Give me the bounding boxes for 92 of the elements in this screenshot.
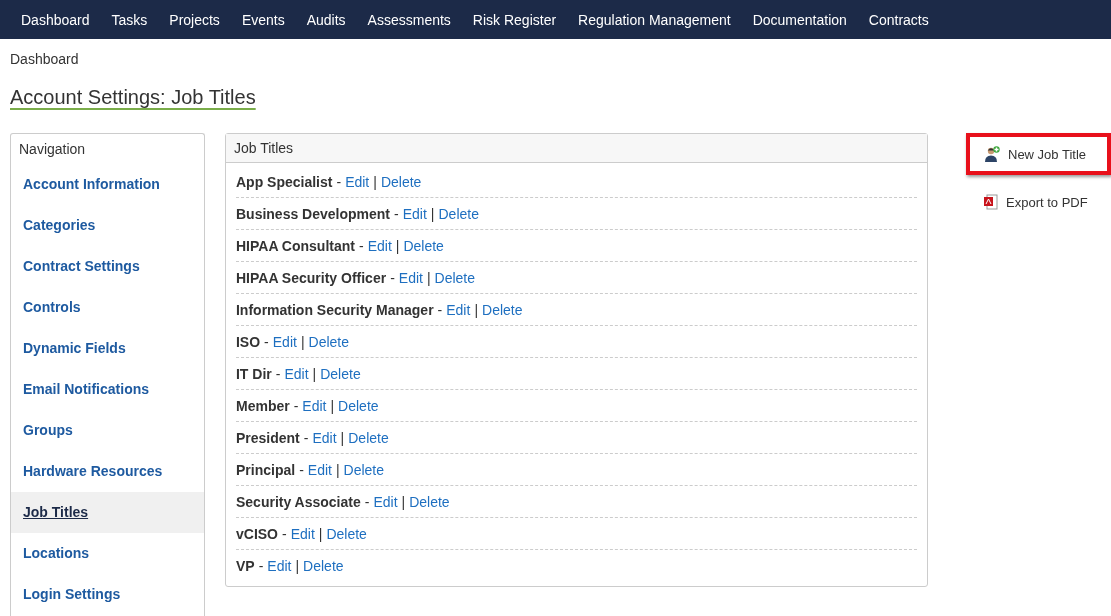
delete-link[interactable]: Delete — [380, 173, 422, 190]
top-nav-link[interactable]: Events — [230, 11, 296, 28]
dash-separator: - — [264, 333, 269, 350]
delete-link[interactable]: Delete — [409, 493, 450, 510]
edit-link[interactable]: Edit — [267, 557, 292, 574]
delete-link[interactable]: Delete — [326, 525, 367, 542]
edit-link[interactable]: Edit — [302, 397, 327, 414]
job-title-name: IT Dir — [236, 365, 272, 382]
sidebar-item[interactable]: Groups — [11, 410, 204, 451]
job-title-name: Member — [236, 397, 290, 414]
sidebar-item[interactable]: Locations — [11, 533, 204, 574]
dash-separator: - — [299, 461, 304, 478]
edit-link[interactable]: Edit — [345, 173, 370, 190]
dash-separator: - — [437, 301, 443, 318]
panel-header: Job Titles — [226, 134, 927, 163]
pipe-separator: | — [335, 461, 340, 478]
pipe-separator: | — [373, 173, 377, 190]
pipe-separator: | — [395, 237, 400, 254]
delete-link[interactable]: Delete — [343, 461, 385, 478]
breadcrumb[interactable]: Dashboard — [10, 51, 79, 67]
pipe-separator: | — [426, 269, 431, 286]
pipe-separator: | — [430, 205, 435, 222]
delete-link[interactable]: Delete — [303, 557, 344, 574]
job-title-name: President — [236, 429, 300, 446]
dash-separator: - — [359, 237, 364, 254]
job-title-name: Security Associate — [236, 493, 361, 510]
job-title-name: App Specialist — [236, 173, 333, 190]
pipe-separator: | — [330, 397, 335, 414]
dash-separator: - — [390, 269, 395, 286]
navigation-heading: Navigation — [18, 140, 87, 159]
delete-link[interactable]: Delete — [438, 205, 479, 222]
top-nav-link[interactable]: Contracts — [857, 11, 940, 28]
pipe-separator: | — [312, 365, 317, 382]
delete-link[interactable]: Delete — [320, 365, 361, 382]
edit-link[interactable]: Edit — [398, 269, 423, 286]
top-nav-link[interactable]: Regulation Management — [567, 11, 742, 28]
job-title-name: Business Development — [236, 205, 391, 222]
sidebar-item[interactable]: Email Notifications — [11, 369, 204, 410]
job-title-name: VP — [236, 557, 255, 574]
sidebar-item[interactable]: Job Titles — [11, 492, 204, 533]
pipe-separator: | — [295, 557, 300, 574]
edit-link[interactable]: Edit — [367, 237, 392, 254]
sidebar-item[interactable]: Account Information — [11, 164, 204, 205]
dash-separator: - — [258, 557, 264, 574]
pipe-separator: | — [401, 493, 406, 510]
dash-separator: - — [293, 397, 299, 414]
job-title-name: HIPAA Consultant — [236, 237, 355, 254]
delete-link[interactable]: Delete — [403, 237, 444, 254]
job-title-name: Principal — [236, 461, 296, 478]
dash-separator: - — [282, 525, 287, 542]
pipe-separator: | — [318, 525, 323, 542]
sidebar-item[interactable]: Login Settings — [11, 574, 204, 615]
sidebar-item[interactable]: Controls — [11, 287, 204, 328]
edit-link[interactable]: Edit — [373, 493, 398, 510]
top-nav-link[interactable]: Projects — [158, 11, 231, 28]
top-nav-link[interactable]: Risk Register — [461, 11, 568, 28]
top-nav-link[interactable]: Tasks — [100, 11, 159, 28]
pipe-separator: | — [300, 333, 305, 350]
sidebar-item[interactable]: Hardware Resources — [11, 451, 204, 492]
delete-link[interactable]: Delete — [308, 333, 349, 350]
edit-link[interactable]: Edit — [402, 205, 427, 222]
edit-link[interactable]: Edit — [446, 301, 471, 318]
job-title-name: Information Security Manager — [236, 301, 434, 318]
edit-link[interactable]: Edit — [272, 333, 297, 350]
delete-link[interactable]: Delete — [338, 397, 379, 414]
edit-link[interactable]: Edit — [290, 525, 315, 542]
dash-separator: - — [303, 429, 309, 446]
delete-link[interactable]: Delete — [348, 429, 389, 446]
edit-link[interactable]: Edit — [312, 429, 337, 446]
top-nav-link[interactable]: Documentation — [741, 11, 858, 28]
edit-link[interactable]: Edit — [307, 461, 332, 478]
pipe-separator: | — [340, 429, 345, 446]
job-title-name: vCISO — [236, 525, 278, 542]
sidebar-item[interactable]: Dynamic Fields — [11, 328, 204, 369]
sidebar-item[interactable]: Contract Settings — [11, 246, 204, 287]
dash-separator: - — [275, 365, 281, 382]
delete-link[interactable]: Delete — [482, 301, 523, 318]
top-nav-link[interactable]: Audits — [295, 11, 357, 28]
job-title-name: ISO — [236, 333, 261, 350]
top-nav-link[interactable]: Dashboard — [10, 11, 101, 28]
new-job-title-button[interactable]: New Job Title — [966, 133, 1111, 175]
sidebar-item[interactable]: Categories — [11, 205, 204, 246]
edit-link[interactable]: Edit — [284, 365, 309, 382]
top-nav-link[interactable]: Assessments — [356, 11, 462, 28]
export-pdf-button[interactable]: Export to PDF — [966, 181, 1111, 223]
pipe-separator: | — [474, 301, 478, 318]
dash-separator: - — [336, 173, 342, 190]
dash-separator: - — [394, 205, 399, 222]
page-title: Account Settings: Job Titles — [10, 86, 256, 109]
job-title-name: HIPAA Security Officer — [236, 269, 387, 286]
dash-separator: - — [364, 493, 370, 510]
delete-link[interactable]: Delete — [434, 269, 476, 286]
